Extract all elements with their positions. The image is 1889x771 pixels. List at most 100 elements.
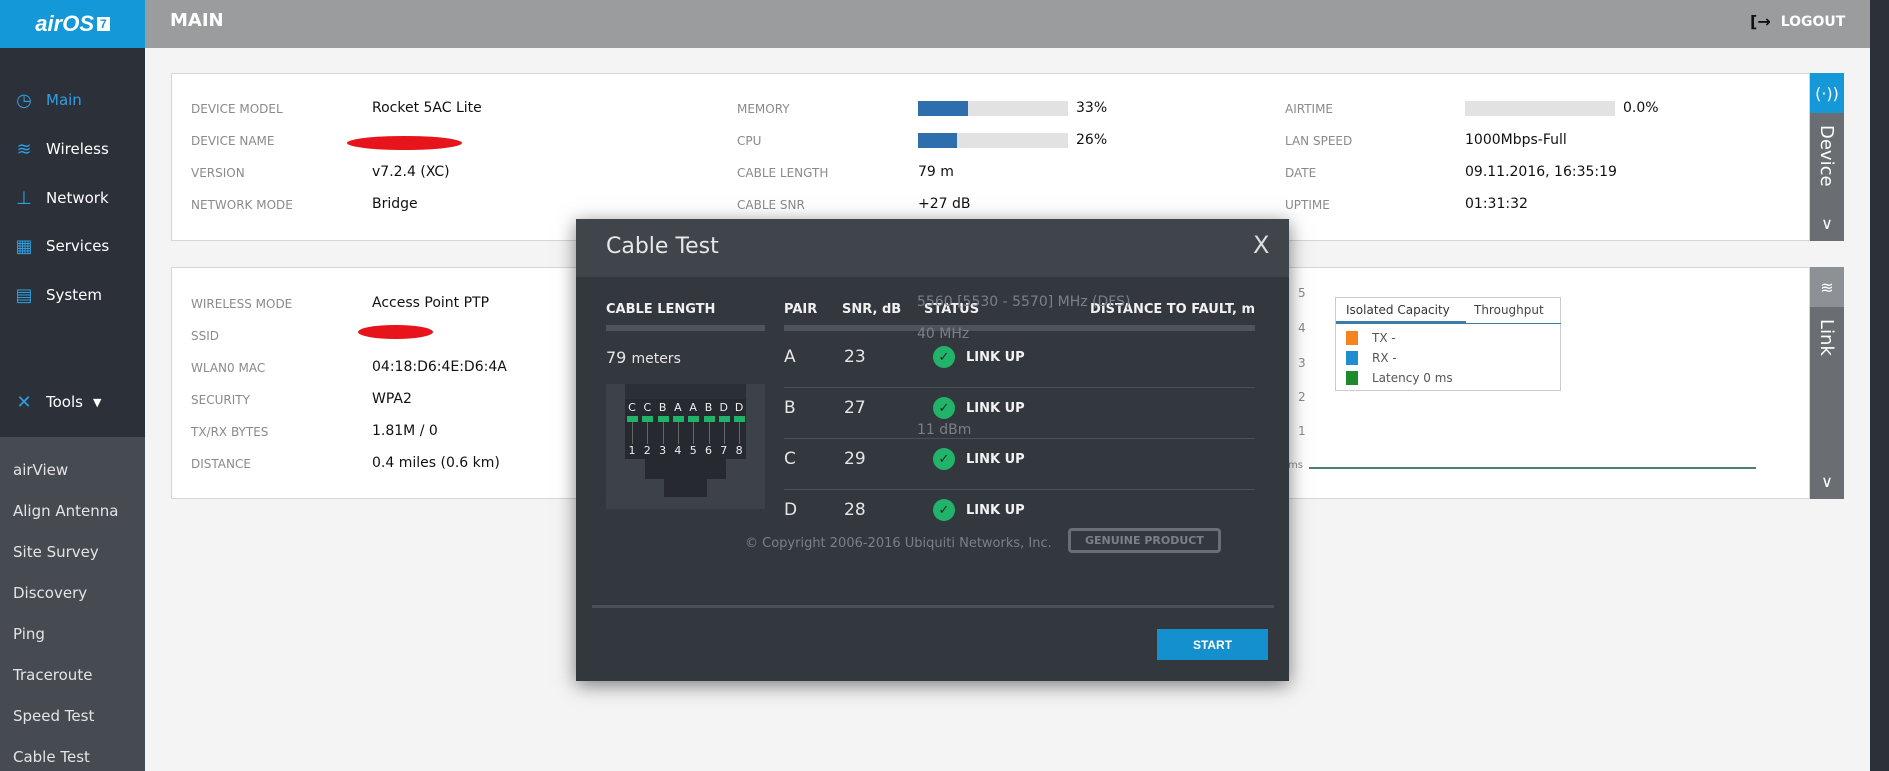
tools-item-cable-test[interactable]: Cable Test (13, 748, 90, 766)
value-network-mode: Bridge (372, 196, 418, 212)
pin-pair-label: D (719, 401, 729, 414)
tools-item-discovery[interactable]: Discovery (13, 584, 87, 602)
snr-cell: 28 (844, 500, 866, 520)
antenna-icon: (·)) (1810, 73, 1844, 113)
value-wireless-mode: Access Point PTP (372, 295, 490, 311)
services-icon: ▦ (15, 235, 33, 257)
tab-isolated-capacity[interactable]: Isolated Capacity (1336, 298, 1466, 324)
label-tx-rx-bytes: TX/RX BYTES (191, 425, 269, 439)
sidebar-item-main[interactable]: ◷ Main (0, 82, 145, 118)
pair-cell: C (784, 449, 796, 469)
pin-wire (739, 422, 741, 444)
value-date: 09.11.2016, 16:35:19 (1465, 164, 1617, 180)
value-cable-length: 79 m (918, 164, 954, 180)
tools-item-airview[interactable]: airView (13, 461, 68, 479)
value-security: WPA2 (372, 391, 412, 407)
link-tab[interactable]: ≋ Link ∨ (1810, 267, 1844, 499)
sidebar-item-tools[interactable]: ✕ Tools ▼ (0, 384, 145, 420)
label-wlan0-mac: WLAN0 MAC (191, 361, 266, 375)
latency-line (1309, 467, 1756, 469)
row-divider (784, 438, 1255, 439)
sidebar-item-services[interactable]: ▦ Services (0, 228, 145, 264)
airtime-bar (1465, 101, 1615, 116)
label-version: VERSION (191, 166, 245, 180)
status-cell: LINK UP (966, 350, 1025, 365)
redacted-device-name (347, 136, 462, 150)
legend-tx: TX - (1372, 331, 1396, 345)
status-cell: LINK UP (966, 503, 1025, 518)
chart-y-tick: 3 (1298, 356, 1306, 370)
value-lan-speed: 1000Mbps-Full (1465, 132, 1567, 148)
logout-icon: [→ (1750, 12, 1771, 31)
value-distance: 0.4 miles (0.6 km) (372, 455, 500, 471)
chevron-down-icon[interactable]: ∨ (1810, 214, 1844, 233)
device-tab[interactable]: (·)) Device ∨ (1810, 73, 1844, 241)
snr-cell: 29 (844, 449, 866, 469)
pin-wire (723, 422, 725, 444)
pair-cell: B (784, 398, 796, 418)
wifi-icon: ≋ (16, 138, 32, 160)
pin-pair-label: C (628, 401, 636, 414)
pin-number: 5 (689, 444, 697, 457)
chart-y-tick: 2 (1298, 390, 1306, 404)
memory-bar-fill (918, 101, 968, 116)
close-icon[interactable]: X (1253, 231, 1269, 259)
value-tx-rx-bytes: 1.81M / 0 (372, 423, 438, 439)
label-device-name: DEVICE NAME (191, 134, 275, 148)
sidebar-item-wireless[interactable]: ≋ Wireless (0, 131, 145, 167)
pin-pair-label: B (704, 401, 713, 414)
pin-pair-label: B (658, 401, 667, 414)
page-title: MAIN (170, 10, 224, 31)
tools-item-traceroute[interactable]: Traceroute (13, 666, 92, 684)
start-button[interactable]: START (1157, 629, 1268, 660)
pin-pair-label: D (734, 401, 744, 414)
label-cpu: CPU (737, 134, 762, 148)
snr-cell: 23 (844, 347, 866, 367)
connector-notch (625, 384, 746, 399)
legend-swatch-latency (1346, 371, 1358, 385)
value-wlan0-mac: 04:18:D6:4E:D6:4A (372, 359, 507, 375)
distance-to-fault-header: DISTANCE TO FAULT, m (1090, 302, 1255, 317)
sidebar-item-system[interactable]: ▤ System (0, 277, 145, 313)
value-memory: 33% (1076, 100, 1108, 116)
pin-wire (647, 422, 649, 444)
pair-cell: A (784, 347, 796, 367)
pin-number: 6 (705, 444, 712, 457)
check-circle-icon: ✓ (933, 397, 955, 419)
label-cable-length: CABLE LENGTH (737, 166, 829, 180)
table-header-divider (784, 325, 1255, 331)
pin-pair-label: A (674, 401, 682, 414)
tools-item-site-survey[interactable]: Site Survey (13, 543, 99, 561)
chevron-down-icon[interactable]: ∨ (1810, 472, 1844, 491)
tools-icon: ✕ (16, 391, 32, 413)
dashboard-icon: ◷ (16, 89, 32, 111)
caret-down-icon: ▼ (92, 395, 102, 409)
scrollbar[interactable] (1870, 0, 1889, 771)
tools-item-speed-test[interactable]: Speed Test (13, 707, 94, 725)
chart-y-tick: 4 (1298, 321, 1306, 335)
pair-header: PAIR (784, 302, 818, 317)
airos-logo[interactable]: airOS 7 (0, 0, 145, 48)
cable-length-value: 79 meters (606, 348, 681, 367)
legend-swatch-tx (1346, 331, 1358, 345)
memory-bar (918, 101, 1068, 116)
label-airtime: AIRTIME (1285, 102, 1334, 116)
label-network-mode: NETWORK MODE (191, 198, 293, 212)
value-device-model: Rocket 5AC Lite (372, 100, 482, 116)
pin-pair-label: A (689, 401, 697, 414)
pin-wire (632, 422, 633, 444)
label-uptime: UPTIME (1285, 198, 1330, 212)
pin-number: 3 (659, 444, 667, 457)
sidebar-item-network[interactable]: ⊥ Network (0, 180, 145, 216)
tab-throughput[interactable]: Throughput (1466, 298, 1561, 324)
dialog-title: Cable Test (606, 234, 719, 259)
device-tab-label: Device (1816, 125, 1837, 187)
chart-y-tick: 5 (1298, 286, 1306, 300)
tools-item-align-antenna[interactable]: Align Antenna (13, 502, 118, 520)
pin-wire (677, 422, 679, 444)
status-cell: LINK UP (966, 452, 1025, 467)
logout-button[interactable]: [→ LOGOUT (1750, 12, 1845, 31)
tools-item-ping[interactable]: Ping (13, 625, 45, 643)
pin-number: 7 (720, 444, 728, 457)
chart-y-tick: 1 (1298, 424, 1306, 438)
